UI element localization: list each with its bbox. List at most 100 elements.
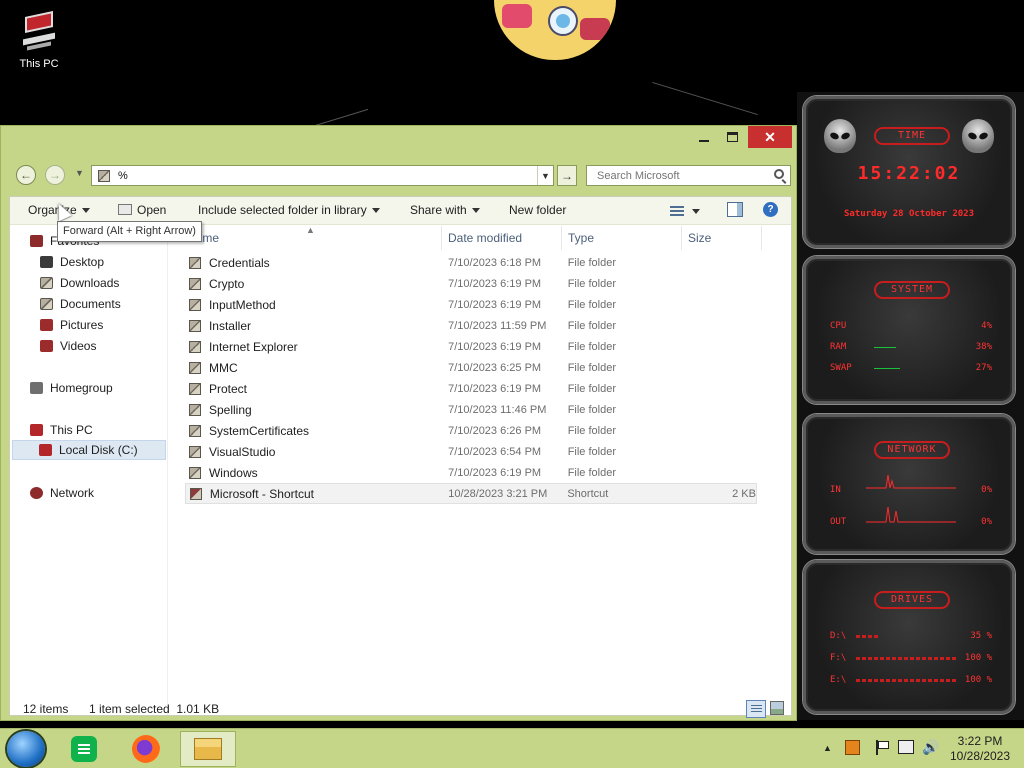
show-hidden-icons-button[interactable]: ▲ bbox=[823, 743, 832, 753]
large-icons-view-button[interactable] bbox=[770, 701, 784, 715]
file-row[interactable]: MMC 7/10/2023 6:25 PM File folder bbox=[185, 357, 757, 378]
in-value: 0% bbox=[981, 485, 992, 495]
maximize-button[interactable] bbox=[718, 126, 746, 148]
folder-icon bbox=[189, 382, 201, 395]
network-icon[interactable] bbox=[898, 740, 914, 754]
nav-homegroup[interactable]: Homegroup bbox=[30, 378, 113, 398]
column-header-size[interactable]: Size bbox=[688, 231, 711, 245]
nav-this-pc[interactable]: This PC bbox=[30, 420, 93, 440]
file-row[interactable]: Spelling 7/10/2023 11:46 PM File folder bbox=[185, 399, 757, 420]
nav-label: This PC bbox=[50, 423, 93, 437]
nav-desktop[interactable]: Desktop bbox=[40, 252, 104, 272]
drive-value: 35 % bbox=[970, 631, 992, 641]
file-date: 7/10/2023 6:19 PM bbox=[448, 466, 542, 479]
chevron-down-icon: ▼ bbox=[541, 170, 550, 181]
search-box[interactable] bbox=[586, 165, 791, 186]
share-with-button[interactable]: Share with bbox=[410, 203, 480, 217]
arrow-right-icon: → bbox=[49, 168, 61, 182]
column-divider[interactable] bbox=[441, 226, 442, 250]
recent-locations-button[interactable]: ▼ bbox=[75, 168, 84, 178]
open-button[interactable]: Open bbox=[118, 203, 166, 217]
column-divider[interactable] bbox=[681, 226, 682, 250]
status-bar: 12 items 1 item selected 1.01 KB bbox=[9, 700, 792, 718]
file-row[interactable]: Internet Explorer 7/10/2023 6:19 PM File f… bbox=[185, 336, 757, 357]
network-out-row: OUT 0% bbox=[830, 517, 992, 529]
column-divider[interactable] bbox=[761, 226, 762, 250]
nav-pictures[interactable]: Pictures bbox=[40, 315, 103, 335]
help-button[interactable]: ? bbox=[763, 202, 778, 217]
file-row[interactable]: Protect 7/10/2023 6:19 PM File folder bbox=[185, 378, 757, 399]
window-titlebar[interactable]: ✕ bbox=[1, 126, 796, 156]
desktop-icon-this-pc[interactable]: This PC bbox=[8, 10, 70, 70]
drive-label: F:\ bbox=[830, 653, 847, 663]
address-input[interactable] bbox=[118, 169, 538, 182]
taskbar-file-explorer[interactable] bbox=[180, 731, 236, 767]
change-view-button[interactable] bbox=[670, 203, 708, 219]
nav-documents[interactable]: Documents bbox=[40, 294, 121, 314]
close-button[interactable]: ✕ bbox=[748, 126, 792, 148]
file-row[interactable]: Crypto 7/10/2023 6:19 PM File folder bbox=[185, 273, 757, 294]
clock-time: 3:22 PM bbox=[957, 734, 1003, 748]
open-icon bbox=[118, 204, 132, 215]
start-button[interactable] bbox=[7, 731, 45, 767]
address-history-dropdown[interactable]: ▼ bbox=[537, 166, 553, 185]
file-row[interactable]: Installer 7/10/2023 11:59 PM File folder bbox=[185, 315, 757, 336]
folder-icon bbox=[189, 277, 201, 290]
file-explorer-window[interactable]: ✕ ← → ▼ ▼ → Forward (Alt + Right Arrow) … bbox=[0, 125, 797, 721]
file-row[interactable]: Credentials 7/10/2023 6:18 PM File folder bbox=[185, 252, 757, 273]
file-name: SystemCertificates bbox=[208, 423, 309, 438]
file-row[interactable]: SystemCertificates 7/10/2023 6:26 PM File … bbox=[185, 420, 757, 441]
column-header-type[interactable]: Type bbox=[568, 231, 594, 245]
chevron-down-icon bbox=[371, 208, 380, 214]
notes-icon bbox=[71, 736, 97, 762]
new-folder-button[interactable]: New folder bbox=[509, 203, 566, 217]
include-in-library-button[interactable]: Include selected folder in library bbox=[198, 203, 380, 217]
nav-label: Desktop bbox=[60, 255, 105, 269]
taskbar-notes-app[interactable] bbox=[56, 731, 112, 767]
action-center-flag-icon[interactable] bbox=[874, 740, 889, 755]
details-view-button[interactable] bbox=[746, 700, 766, 718]
ram-row: RAM 38% bbox=[830, 342, 992, 354]
file-row-selected[interactable]: Microsoft - Shortcut 10/28/2023 3:21 PM Sh… bbox=[185, 483, 757, 504]
folder-icon bbox=[189, 256, 201, 269]
minimize-button[interactable] bbox=[690, 126, 718, 148]
file-row[interactable]: Windows 7/10/2023 6:19 PM File folder bbox=[185, 462, 757, 483]
file-type: File folder bbox=[567, 277, 616, 290]
swap-value: 27% bbox=[975, 363, 992, 373]
back-button[interactable]: ← bbox=[16, 165, 36, 185]
column-header-date[interactable]: Date modified bbox=[448, 231, 522, 245]
address-bar[interactable]: ▼ bbox=[91, 165, 554, 186]
nav-downloads[interactable]: Downloads bbox=[40, 273, 119, 293]
file-name: Microsoft - Shortcut bbox=[209, 486, 314, 501]
wallpaper-character-art bbox=[494, 0, 616, 60]
nav-local-disk[interactable]: Local Disk (C:) bbox=[12, 440, 166, 460]
view-details-icon bbox=[670, 205, 684, 217]
network-icon bbox=[30, 487, 43, 499]
include-label: Include selected folder in library bbox=[198, 203, 367, 217]
homegroup-icon bbox=[30, 382, 43, 394]
nav-network[interactable]: Network bbox=[30, 483, 94, 503]
file-name: Crypto bbox=[208, 276, 245, 291]
taskbar-firefox[interactable] bbox=[118, 731, 174, 767]
file-date: 7/10/2023 11:59 PM bbox=[448, 319, 547, 332]
file-row[interactable]: VisualStudio 7/10/2023 6:54 PM File folder bbox=[185, 441, 757, 462]
swap-bar bbox=[874, 368, 900, 369]
drive-label: E:\ bbox=[830, 675, 847, 685]
file-type: File folder bbox=[567, 298, 616, 311]
folder-icon bbox=[189, 319, 201, 332]
nav-label: Videos bbox=[60, 339, 97, 353]
search-input[interactable] bbox=[595, 168, 765, 183]
tray-app-icon[interactable] bbox=[845, 740, 860, 755]
volume-icon[interactable]: 🔊 bbox=[922, 739, 939, 756]
taskbar: ▲ 🔊 3:22 PM 10/28/2023 bbox=[0, 728, 1024, 768]
explorer-content: Organize Open Include selected folder in… bbox=[9, 196, 792, 716]
preview-pane-button[interactable] bbox=[727, 202, 743, 217]
nav-videos[interactable]: Videos bbox=[40, 336, 96, 356]
file-name: Installer bbox=[208, 318, 251, 333]
forward-button[interactable]: → bbox=[45, 165, 65, 185]
search-icon[interactable] bbox=[774, 169, 784, 179]
taskbar-clock[interactable]: 3:22 PM 10/28/2023 bbox=[944, 734, 1016, 764]
go-button[interactable]: → bbox=[557, 165, 577, 186]
column-divider[interactable] bbox=[561, 226, 562, 250]
file-row[interactable]: InputMethod 7/10/2023 6:19 PM File folder bbox=[185, 294, 757, 315]
